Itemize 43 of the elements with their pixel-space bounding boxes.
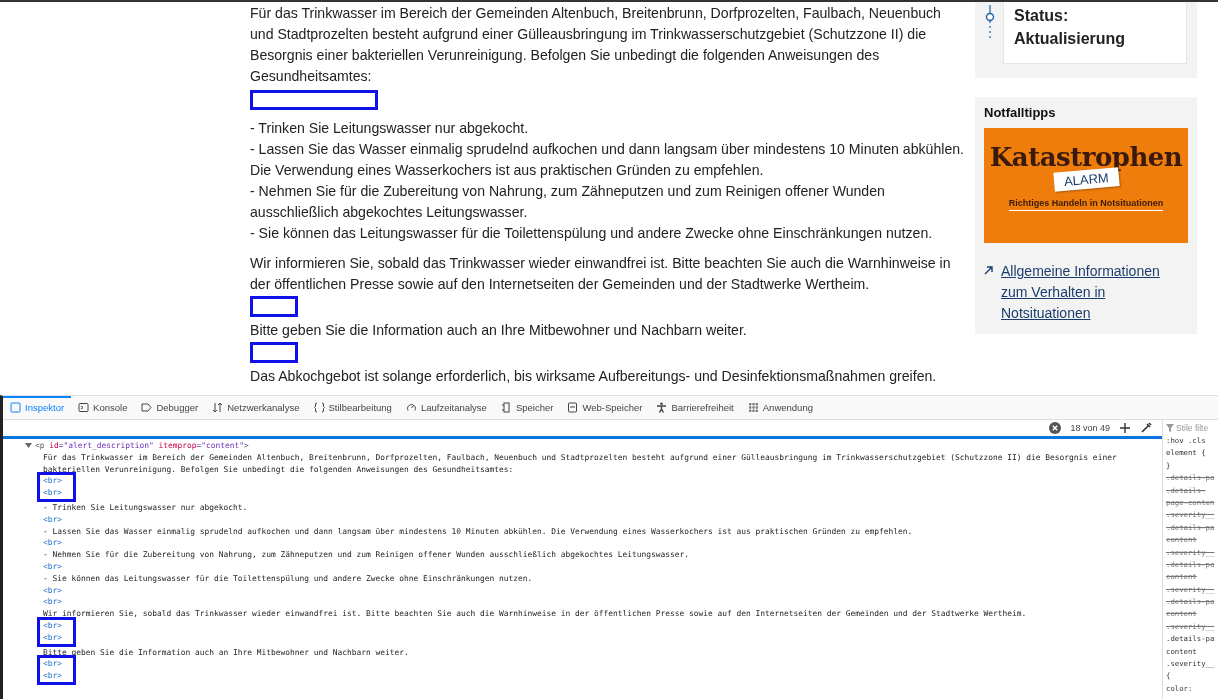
devtools-tab[interactable]: Konsole [71, 396, 135, 419]
timeline-icon [985, 5, 995, 39]
external-link-icon [984, 266, 993, 275]
tab-icon [656, 402, 668, 413]
article-paragraph: Bitte geben Sie die Information auch an Ihre Mitbewohner und Nachbarn weiter. [250, 321, 748, 340]
devtools-tab[interactable]: Anwendung [740, 396, 820, 419]
tab-icon [747, 402, 759, 413]
status-value: Aktualisierung [1014, 29, 1127, 49]
tab-icon [212, 402, 224, 413]
devtools-tab[interactable]: Inspektor [3, 396, 72, 419]
devtools-tab[interactable]: Barrierefreiheit [649, 396, 741, 419]
article-paragraph: - Nehmen Sie für die Zubereitung von Nahrung, zum Zähneputzen und zum Reinigen offener Wunden ausschließlich abgekochtes Leitungswasser. [250, 182, 886, 222]
tips-title: Notfalltipps [984, 105, 1057, 120]
banner-subtitle: Richtiges Handeln in Notsituationen [1008, 198, 1164, 211]
tab-icon [141, 402, 153, 413]
tab-icon [78, 402, 90, 413]
tab-icon [567, 402, 579, 413]
devtools-tab[interactable]: Laufzeitanalyse [398, 396, 494, 419]
info-link[interactable]: Allgemeine Informationen zum Verhalten in Notsituationen [1001, 261, 1166, 324]
devtools-tab[interactable]: Speicher [493, 396, 561, 419]
alarm-banner[interactable]: Katastrophen ALARM Richtiges Handeln in Notsituationen [984, 128, 1188, 243]
article-paragraph: Für das Trinkwasser im Bereich der Gemeinden Altenbuch, Breitenbrunn, Dorfprozelten, Faulbach, Neuenbuch und Stadtprozelten besteht aufgrund einer Gülleausbringung im Trinkwasserschutzgebiet (Schutzzone II) die Besorgnis einer bakteriellen Verunreinigung. Befolgen Sie unbedingt die folgenden Anweisungen des Gesundheitsamtes: [250, 4, 942, 86]
devtools-tab[interactable]: Web-Speicher [560, 396, 650, 419]
search-count: 18 von 49 [1070, 423, 1110, 433]
tab-icon [10, 402, 21, 413]
article-paragraph: - Trinken Sie Leitungswasser nur abgekocht. [250, 119, 530, 138]
add-icon[interactable] [1119, 422, 1131, 434]
article-paragraph: - Sie können das Leitungswasser für die Toilettenspülung und andere Zwecke ohne Einschränkungen nutzen. [250, 224, 934, 243]
devtools-tab[interactable]: Stilbearbeitung [306, 396, 399, 419]
article-paragraph: Wir informieren Sie, sobald das Trinkwasser wieder einwandfrei ist. Bitte beachten Sie auch die Warnhinweise in der öffentlichen Presse sowie auf den Internetseiten der Gemeinden und der Stadtwerke Wertheim. [250, 254, 952, 294]
devtools-tab[interactable]: Debugger [134, 396, 206, 419]
filter-icon [1166, 423, 1174, 432]
clear-icon[interactable] [1049, 422, 1062, 434]
article-paragraph: Das Abkochgebot ist solange erforderlich, bis wirksame Aufbereitungs- und Desinfektionsmaßnahmen greifen. [250, 367, 938, 386]
style-filter-field[interactable]: Stile filte [1166, 420, 1218, 435]
status-label: Status: [1014, 6, 1070, 26]
tab-icon [500, 402, 512, 413]
eyedropper-icon[interactable] [1140, 422, 1152, 434]
devtools-tab[interactable]: Netzwerkanalyse [205, 396, 307, 419]
expand-triangle-icon[interactable] [25, 442, 32, 450]
article-paragraph: - Lassen Sie das Wasser einmalig sprudelnd aufkochen und dann langsam über mindestens 10 Minuten abkühlen. Die Verwendung eines Wasserkochers ist aus praktischen Gründen zu empfehlen. [250, 140, 965, 180]
tab-icon [405, 402, 417, 413]
tab-icon [313, 402, 325, 413]
